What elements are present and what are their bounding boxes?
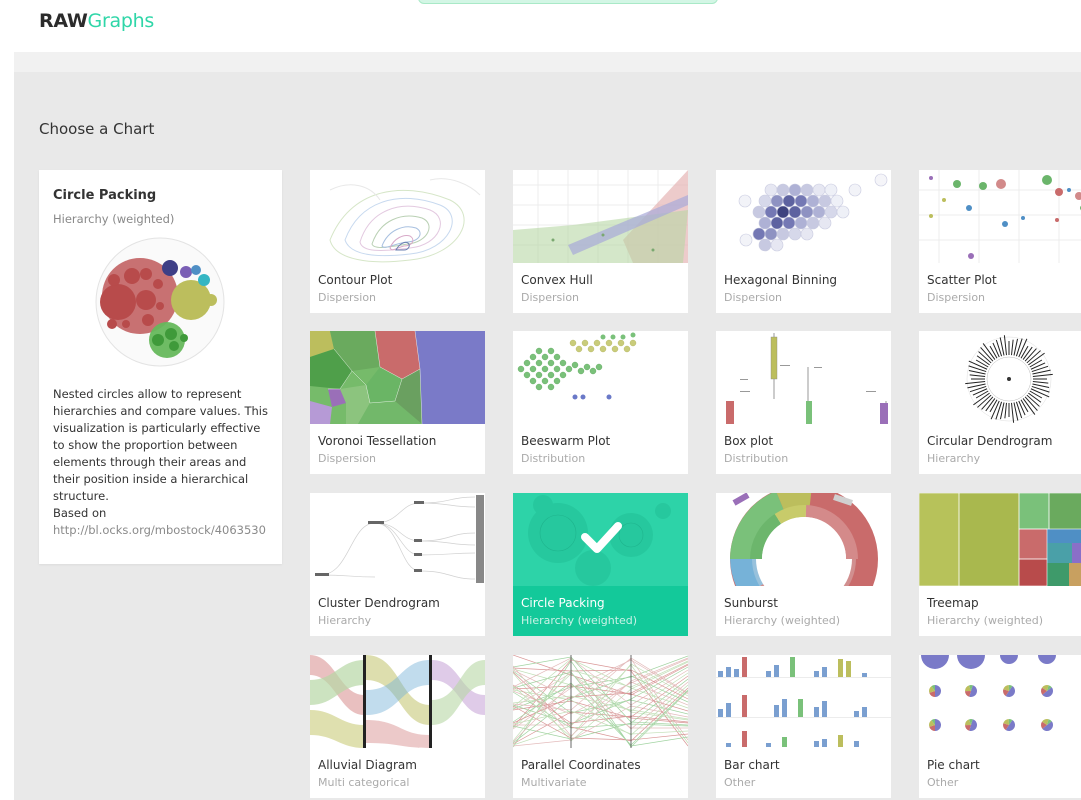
based-on-link[interactable]: http://bl.ocks.org/mbostock/4063530 (53, 523, 266, 537)
parallel-coordinates-thumbnail-icon (513, 655, 688, 748)
chart-card-voronoi-tessellation[interactable]: Voronoi Tessellation Dispersion (310, 331, 485, 474)
chart-card-circle-packing[interactable]: Circle Packing Hierarchy (weighted) (513, 493, 688, 636)
chart-card-pie-chart[interactable]: Pie chart Other (919, 655, 1081, 798)
chart-card-category: Hierarchy (weighted) (724, 614, 841, 627)
chart-card-category: Hierarchy (318, 614, 372, 627)
chart-card-name: Treemap (927, 596, 979, 610)
chart-card-category: Distribution (724, 452, 789, 465)
chart-card-name: Scatter Plot (927, 273, 997, 287)
chart-card-treemap[interactable]: Treemap Hierarchy (weighted) (919, 493, 1081, 636)
chart-card-category: Multivariate (521, 776, 587, 789)
treemap-thumbnail-icon (919, 493, 1081, 586)
contour-plot-thumbnail-icon (310, 170, 485, 263)
chart-card-name: Convex Hull (521, 273, 593, 287)
chart-card-name: Hexagonal Binning (724, 273, 838, 287)
top-divider-strip (14, 52, 1081, 72)
chart-card-name: Box plot (724, 434, 774, 448)
based-on-label: Based on (53, 506, 107, 520)
chart-card-category: Dispersion (521, 291, 580, 304)
pie-chart-thumbnail-icon (919, 655, 1081, 748)
sunburst-thumbnail-icon (716, 493, 891, 586)
alluvial-thumbnail-icon (310, 655, 485, 748)
chart-card-name: Beeswarm Plot (521, 434, 611, 448)
voronoi-thumbnail-icon (310, 331, 485, 424)
chart-card-convex-hull[interactable]: Convex Hull Dispersion (513, 170, 688, 313)
chart-card-category: Multi categorical (318, 776, 410, 789)
chart-card-name: Alluvial Diagram (318, 758, 417, 772)
detail-category: Hierarchy (weighted) (53, 212, 175, 226)
chart-chooser-section: Choose a Chart Circle Packing Hierarchy … (14, 72, 1081, 800)
scatter-plot-thumbnail-icon (919, 170, 1081, 263)
chart-card-sunburst[interactable]: Sunburst Hierarchy (weighted) (716, 493, 891, 636)
chart-card-parallel-coordinates[interactable]: Parallel Coordinates Multivariate (513, 655, 688, 798)
chart-card-category: Distribution (521, 452, 586, 465)
checkmark-icon (581, 522, 622, 553)
chart-card-category: Dispersion (927, 291, 986, 304)
logo-raw-text: RAW (39, 10, 88, 32)
circle-packing-preview-icon (95, 237, 225, 367)
chart-card-bar-chart[interactable]: Bar chart Other (716, 655, 891, 798)
chart-card-alluvial-diagram[interactable]: Alluvial Diagram Multi categorical (310, 655, 485, 798)
chart-card-category: Dispersion (318, 291, 377, 304)
chart-card-name: Pie chart (927, 758, 980, 772)
circular-dendrogram-thumbnail-icon (919, 331, 1081, 424)
app-header: RAWGraphs (0, 0, 1081, 52)
hexagonal-binning-thumbnail-icon (716, 170, 891, 263)
chart-card-category: Other (927, 776, 959, 789)
chart-card-name: Circular Dendrogram (927, 434, 1053, 448)
chart-card-name: Contour Plot (318, 273, 393, 287)
chart-card-name: Voronoi Tessellation (318, 434, 437, 448)
logo-graphs-text: Graphs (87, 10, 155, 32)
chart-card-box-plot[interactable]: Box plot Distribution (716, 331, 891, 474)
chart-card-category: Hierarchy (927, 452, 981, 465)
raw-graphs-logo[interactable]: RAWGraphs (39, 10, 154, 32)
cluster-dendrogram-thumbnail-icon (310, 493, 485, 586)
detail-based-on: Based on http://bl.ocks.org/mbostock/406… (53, 505, 271, 539)
chart-card-name: Parallel Coordinates (521, 758, 641, 772)
chart-card-beeswarm-plot[interactable]: Beeswarm Plot Distribution (513, 331, 688, 474)
chart-detail-panel: Circle Packing Hierarchy (weighted) Nest… (39, 170, 282, 564)
detail-title: Circle Packing (53, 188, 157, 203)
chart-card-name: Circle Packing (521, 596, 605, 610)
chart-card-hexagonal-binning[interactable]: Hexagonal Binning Dispersion (716, 170, 891, 313)
chart-card-circular-dendrogram[interactable]: Circular Dendrogram Hierarchy (919, 331, 1081, 474)
chart-card-category: Hierarchy (weighted) (927, 614, 1044, 627)
box-plot-thumbnail-icon (716, 331, 891, 424)
detail-description: Nested circles allow to represent hierar… (53, 387, 268, 503)
chart-card-name: Cluster Dendrogram (318, 596, 440, 610)
circle-packing-thumbnail-icon (513, 493, 688, 586)
convex-hull-thumbnail-icon (513, 170, 688, 263)
chart-card-name: Bar chart (724, 758, 780, 772)
chart-card-category: Hierarchy (weighted) (521, 614, 638, 627)
chart-card-cluster-dendrogram[interactable]: Cluster Dendrogram Hierarchy (310, 493, 485, 636)
chart-card-category: Dispersion (318, 452, 377, 465)
chart-card-category: Other (724, 776, 756, 789)
beeswarm-thumbnail-icon (513, 331, 688, 424)
chart-card-category: Dispersion (724, 291, 783, 304)
chart-card-name: Sunburst (724, 596, 778, 610)
chart-card-contour-plot[interactable]: Contour Plot Dispersion (310, 170, 485, 313)
chart-card-scatter-plot[interactable]: Scatter Plot Dispersion (919, 170, 1081, 313)
section-title: Choose a Chart (39, 120, 155, 138)
top-progress-pill (418, 0, 718, 4)
bar-chart-thumbnail-icon (716, 655, 891, 748)
